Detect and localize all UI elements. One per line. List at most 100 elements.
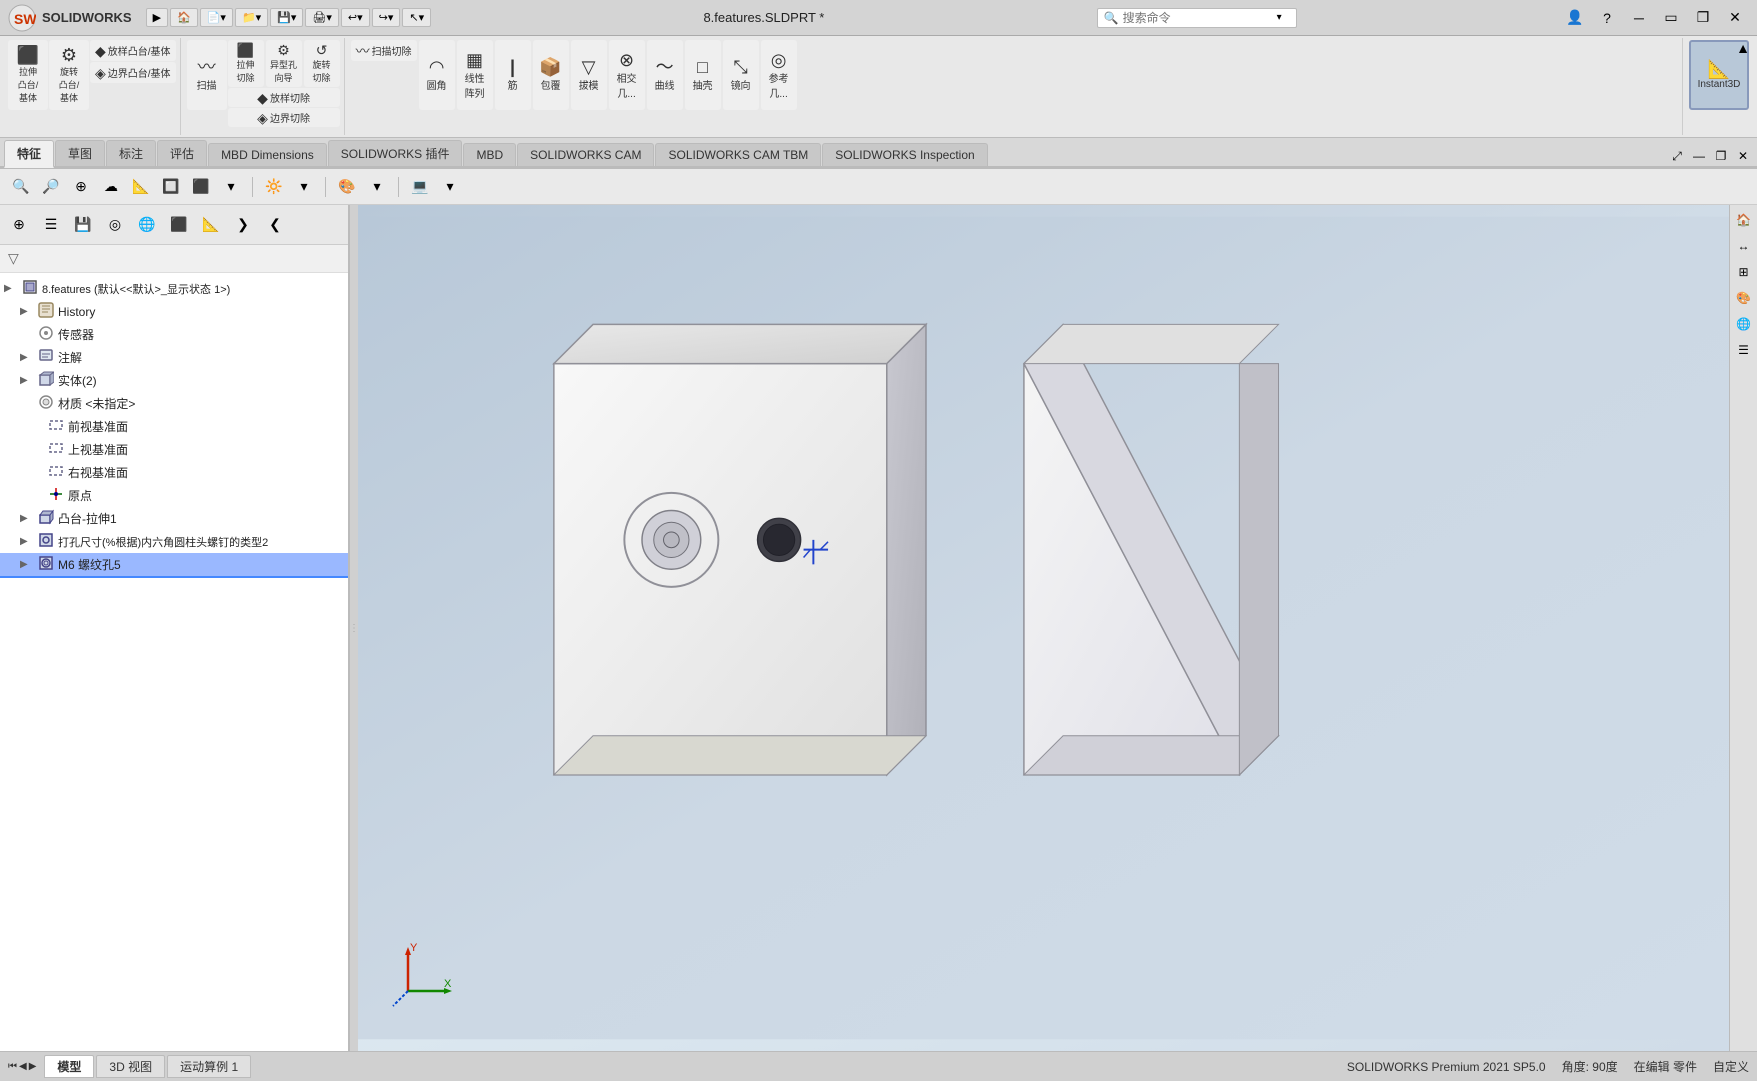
tree-item-right-plane[interactable]: ▶ 右视基准面 (0, 461, 348, 484)
linear-pattern-button[interactable]: ▦ 线性阵列 (457, 40, 493, 110)
shell-button[interactable]: □ 抽壳 (685, 40, 721, 110)
tree-item-material[interactable]: ▶ 材质 <未指定> (0, 392, 348, 415)
sweep-cut-button[interactable]: 〰 扫描切除 (351, 40, 417, 61)
panel-btn-measure[interactable]: 📐 (196, 211, 226, 239)
annotations-expand-icon[interactable]: ▶ (20, 352, 34, 363)
tab-sketch[interactable]: 草图 (55, 140, 105, 166)
display-dropdown[interactable]: ▾ (437, 174, 463, 200)
view-icon2[interactable]: 📐 (128, 174, 154, 200)
minimize-button[interactable]: ─ (1625, 7, 1653, 29)
hole-wizard-button[interactable]: ⚙ 异型孔向导 (266, 40, 302, 87)
shading-dropdown[interactable]: ▾ (364, 174, 390, 200)
tree-root[interactable]: ▶ 8.features (默认<<默认>_显示状态 1>) (0, 277, 348, 300)
view-icon1[interactable]: ☁ (98, 174, 124, 200)
new-button[interactable]: 📄▾ (200, 8, 233, 27)
user-icon[interactable]: 👤 (1561, 7, 1589, 29)
sensors-expand-icon[interactable]: ▶ (20, 329, 34, 340)
panel-btn-add[interactable]: ⊕ (4, 211, 34, 239)
tab-mbd[interactable]: MBD (463, 143, 516, 166)
nav-next-icon[interactable]: ▶ (29, 1061, 37, 1072)
print-button[interactable]: 🖨▾ (305, 8, 339, 27)
tree-item-origin[interactable]: ▶ 原点 (0, 484, 348, 507)
search-input[interactable] (1123, 11, 1273, 25)
tab-sw-cam-tbm[interactable]: SOLIDWORKS CAM TBM (655, 143, 821, 166)
viewport[interactable]: Y X (358, 205, 1729, 1051)
material-expand-icon[interactable]: ▶ (20, 398, 34, 409)
tree-item-m6-thread[interactable]: ▶ M6 螺纹孔5 (0, 553, 348, 578)
boundary-cut-button[interactable]: ◈ 边界切除 (228, 108, 340, 127)
orient-dropdown[interactable]: ▾ (291, 174, 317, 200)
solids-expand-icon[interactable]: ▶ (20, 375, 34, 386)
tab-expand-icon[interactable]: ⤢ (1667, 146, 1687, 166)
extrude-cut-button[interactable]: ⬛ 拉伸切除 (228, 40, 264, 87)
run-button[interactable]: ▶ (146, 8, 168, 27)
zoom-icon[interactable]: 🔎 (38, 174, 64, 200)
open-button[interactable]: 📁▾ (235, 8, 268, 27)
home-button[interactable]: 🏠 (170, 8, 198, 27)
boss-extrude-button[interactable]: ⬛ 拉伸凸台/基体 (8, 40, 48, 110)
sweep-button[interactable]: 〰 扫描 (187, 40, 227, 110)
view-icon5[interactable]: ▾ (218, 174, 244, 200)
rs-btn-2[interactable]: ↔ (1733, 235, 1755, 257)
tree-item-sensors[interactable]: ▶ 传感器 (0, 323, 348, 346)
boss-extrude1-expand-icon[interactable]: ▶ (20, 513, 34, 524)
tab-sw-cam[interactable]: SOLIDWORKS CAM (517, 143, 654, 166)
tree-item-top-plane[interactable]: ▶ 上视基准面 (0, 438, 348, 461)
tab-motion1[interactable]: 运动算例 1 (167, 1055, 251, 1078)
search-dropdown-icon[interactable]: ▾ (1277, 12, 1282, 23)
rs-btn-3[interactable]: ⊞ (1733, 261, 1755, 283)
ref-geom-button[interactable]: ◎ 参考几... (761, 40, 797, 110)
tab-mbd-dimensions[interactable]: MBD Dimensions (208, 143, 327, 166)
tab-sw-plugins[interactable]: SOLIDWORKS 插件 (328, 140, 463, 166)
history-expand-icon[interactable]: ▶ (20, 306, 34, 317)
tree-item-solids[interactable]: ▶ 实体(2) (0, 369, 348, 392)
m6-thread-expand-icon[interactable]: ▶ (20, 559, 34, 570)
restore-button[interactable]: ❐ (1689, 7, 1717, 29)
display-icon[interactable]: 💻 (407, 174, 433, 200)
close-button[interactable]: ✕ (1721, 7, 1749, 29)
revolve-button[interactable]: ⚙ 旋转凸台/基体 (49, 40, 89, 110)
tree-item-boss-extrude1[interactable]: ▶ 凸台-拉伸1 (0, 507, 348, 530)
root-expand-icon[interactable]: ▶ (4, 283, 18, 294)
tab-model[interactable]: 模型 (44, 1055, 94, 1078)
tab-close-icon[interactable]: ✕ (1733, 146, 1753, 166)
save-button[interactable]: 💾▾ (270, 8, 303, 27)
view-icon3[interactable]: 🔲 (158, 174, 184, 200)
panel-btn-left-arrow[interactable]: ❮ (260, 211, 290, 239)
rs-btn-4[interactable]: 🎨 (1733, 287, 1755, 309)
tab-features[interactable]: 特征 (4, 140, 54, 168)
draft-button[interactable]: ▽ 拔模 (571, 40, 607, 110)
fillet-button[interactable]: ◠ 圆角 (419, 40, 455, 110)
orient-icon[interactable]: 🔆 (261, 174, 287, 200)
search-bar[interactable]: 🔍 ▾ (1097, 8, 1297, 28)
tree-item-history[interactable]: ▶ History (0, 300, 348, 323)
tab-annotation[interactable]: 标注 (106, 140, 156, 166)
tree-item-front-plane[interactable]: ▶ 前视基准面 (0, 415, 348, 438)
view-icon4[interactable]: ⬛ (188, 174, 214, 200)
tab-sw-inspection[interactable]: SOLIDWORKS Inspection (822, 143, 987, 166)
tree-item-hole-wizard[interactable]: ▶ 打孔尺寸(%根据)内六角圆柱头螺钉的类型2 (0, 530, 348, 553)
nav-prev-icon[interactable]: ◀ (19, 1061, 27, 1072)
panel-btn-list[interactable]: ☰ (36, 211, 66, 239)
select-button[interactable]: ↖▾ (402, 8, 431, 27)
wrap-button[interactable]: 📦 包覆 (533, 40, 569, 110)
tab-minimize-icon[interactable]: — (1689, 146, 1709, 166)
panel-btn-save[interactable]: 💾 (68, 211, 98, 239)
loft-cut-button[interactable]: ◆ 放样切除 (228, 88, 340, 107)
toolbar-collapse-button[interactable]: ▲ (1733, 38, 1753, 58)
panel-btn-globe[interactable]: 🌐 (132, 211, 162, 239)
rs-btn-5[interactable]: 🌐 (1733, 313, 1755, 335)
panel-btn-right-arrow[interactable]: ❯ (228, 211, 258, 239)
boundary-button[interactable]: ◈ 边界凸台/基体 (90, 62, 176, 83)
mirror-button[interactable]: ⤡ 镜向 (723, 40, 759, 110)
undo-button[interactable]: ↩▾ (341, 8, 370, 27)
revolve-cut-button[interactable]: ↺ 旋转切除 (304, 40, 340, 87)
panel-btn-target[interactable]: ◎ (100, 211, 130, 239)
rs-btn-1[interactable]: 🏠 (1733, 209, 1755, 231)
redo-button[interactable]: ↪▾ (372, 8, 401, 27)
maximize-button[interactable]: ▭ (1657, 7, 1685, 29)
zoom-to-fit-icon[interactable]: 🔍 (8, 174, 34, 200)
rs-btn-6[interactable]: ☰ (1733, 339, 1755, 361)
tab-3d-view[interactable]: 3D 视图 (96, 1055, 165, 1078)
hole-wizard-expand-icon[interactable]: ▶ (20, 536, 34, 547)
